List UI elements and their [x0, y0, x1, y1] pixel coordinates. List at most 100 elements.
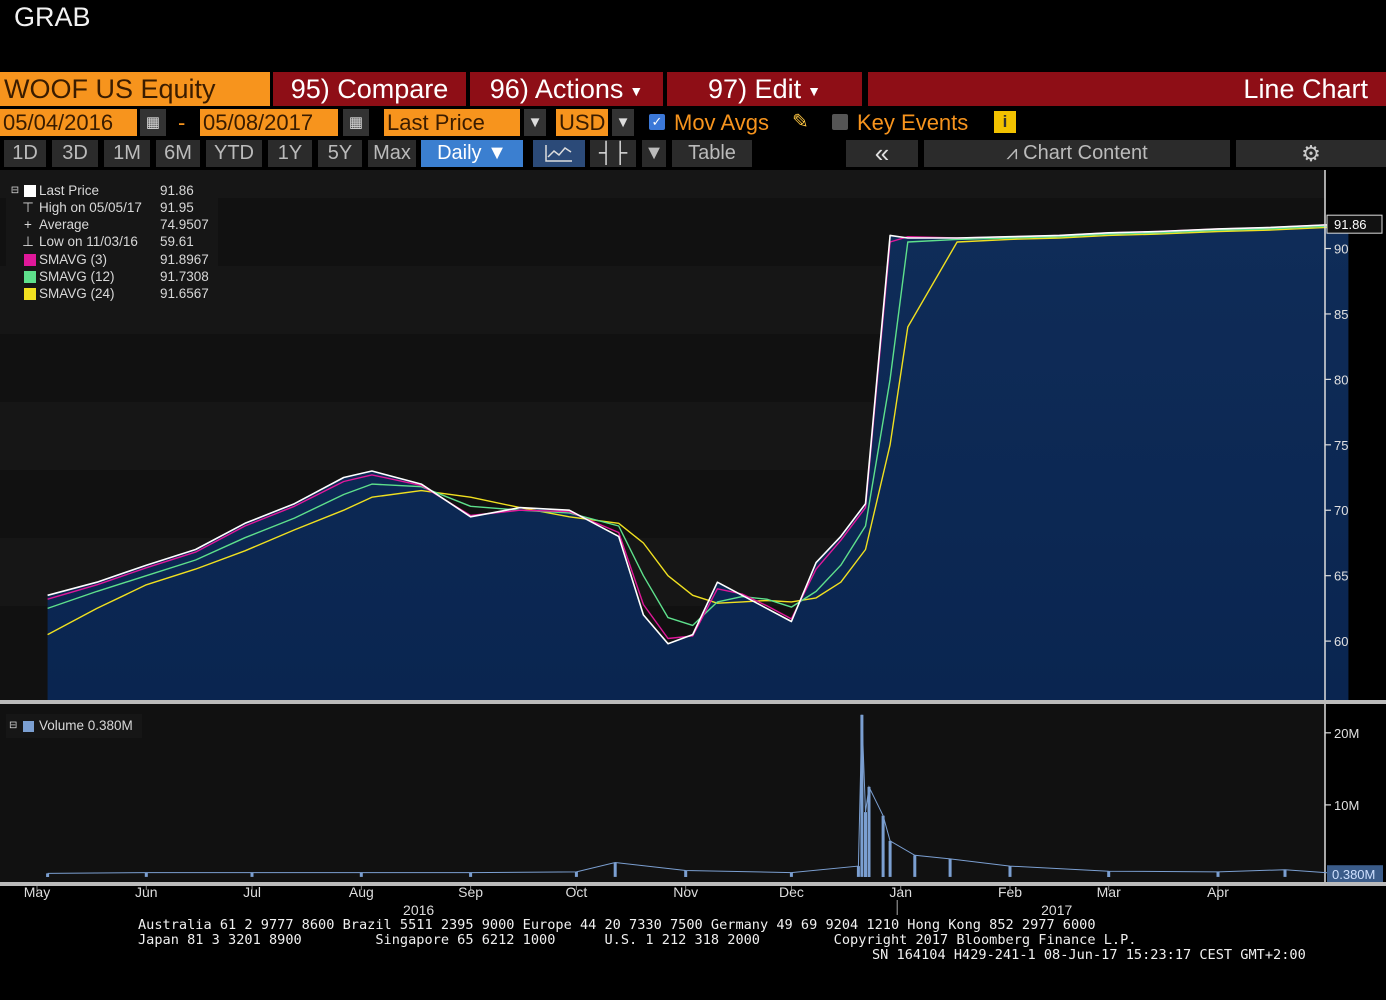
legend-value: 91.8967 — [160, 252, 209, 267]
legend-swatch — [24, 271, 36, 283]
x-year-label: 2016 — [403, 902, 434, 915]
compare-button[interactable]: 95) Compare — [273, 72, 466, 106]
security-input[interactable]: WOOF US Equity — [0, 72, 270, 106]
legend-row-high: ⊤ High on 05/05/17 91.95 — [6, 199, 218, 216]
volume-bar — [144, 872, 148, 877]
legend-label: SMAVG (12) — [39, 269, 115, 284]
currency-select[interactable]: USD — [556, 109, 608, 136]
last-volume-label: 0.380M — [1332, 867, 1375, 882]
legend-label: Last Price — [39, 183, 100, 198]
period-ytd-button[interactable]: YTD — [206, 140, 262, 167]
legend-label: High on 05/05/17 — [39, 200, 142, 215]
volume-bar — [881, 815, 885, 877]
period-3d-button[interactable]: 3D — [52, 140, 98, 167]
period-5y-button[interactable]: 5Y — [318, 140, 362, 167]
actions-menu-button[interactable]: 96) Actions ▼ — [470, 72, 663, 106]
chart-legend[interactable]: ⊟ Last Price 91.86 ⊤ High on 05/05/17 91… — [6, 178, 218, 308]
calendar-icon[interactable]: ▦ — [140, 109, 166, 136]
legend-value: 59.61 — [160, 234, 194, 249]
period-1y-button[interactable]: 1Y — [268, 140, 312, 167]
collapse-icon[interactable]: ⊟ — [9, 182, 21, 199]
volume-bar — [359, 872, 363, 877]
field-select[interactable]: Last Price — [384, 109, 520, 136]
collapse-icon[interactable]: « — [846, 140, 918, 167]
volume-bar — [856, 866, 860, 877]
period-6m-button[interactable]: 6M — [156, 140, 200, 167]
price-tick-label: 90 — [1334, 242, 1348, 257]
period-1m-button[interactable]: 1M — [104, 140, 150, 167]
volume-bar — [789, 872, 793, 877]
volume-legend[interactable]: ⊟ Volume 0.380M — [6, 714, 142, 738]
x-month-label: Jun — [135, 884, 158, 900]
calendar-icon[interactable]: ▦ — [343, 109, 369, 136]
legend-label: SMAVG (24) — [39, 286, 115, 301]
high-marker-icon: ⊤ — [22, 200, 34, 215]
volume-bar — [948, 858, 952, 877]
volume-tick-label: 10M — [1334, 798, 1359, 813]
chevron-down-icon[interactable]: ▼ — [612, 109, 634, 136]
chevron-down-icon[interactable]: ▼ — [524, 109, 546, 136]
legend-swatch — [24, 288, 36, 300]
x-month-label: Aug — [349, 884, 374, 900]
legend-swatch — [24, 254, 36, 266]
collapse-icon[interactable]: ⊟ — [9, 714, 17, 738]
chart-content-button[interactable]: ⩘ Chart Content — [924, 140, 1230, 167]
legend-value: 91.95 — [160, 200, 194, 215]
date-separator: - — [178, 110, 186, 135]
info-icon[interactable]: i — [994, 111, 1016, 133]
volume-bar — [1283, 869, 1287, 877]
volume-bar — [867, 786, 871, 877]
legend-value: 74.9507 — [160, 217, 209, 232]
volume-panel-bg — [0, 704, 1325, 882]
key-events-checkbox[interactable] — [832, 114, 848, 130]
line-chart-icon[interactable] — [533, 140, 585, 167]
price-tick-label: 65 — [1334, 569, 1348, 584]
legend-value: 91.86 — [160, 183, 194, 198]
period-max-button[interactable]: Max — [368, 140, 416, 167]
low-marker-icon: ⊥ — [22, 234, 34, 249]
last-price-label: 91.86 — [1334, 217, 1367, 232]
legend-row-smavg12: SMAVG (12) 91.7308 — [6, 268, 218, 285]
legend-value: 91.6567 — [160, 286, 209, 301]
chevron-down-icon: ▼ — [807, 82, 821, 99]
frequency-select[interactable]: Daily ▼ — [421, 140, 523, 167]
x-month-label: Apr — [1207, 884, 1229, 900]
volume-bar — [469, 872, 473, 877]
chart-type-label: Line Chart — [868, 72, 1386, 106]
legend-row-low: ⊥ Low on 11/03/16 59.61 — [6, 233, 218, 250]
bar-chart-icon[interactable]: ┤├ — [590, 140, 636, 167]
key-events-label[interactable]: Key Events — [857, 109, 968, 136]
x-month-label: Oct — [565, 884, 587, 900]
volume-bar — [913, 855, 917, 877]
chart-content-label: Chart Content — [1023, 142, 1148, 164]
chart-content-icon: ⩘ — [1006, 142, 1024, 164]
x-year-label: 2017 — [1041, 902, 1072, 915]
chevron-down-icon: ▼ — [487, 142, 507, 164]
legend-row-smavg24: SMAVG (24) 91.6567 — [6, 285, 218, 302]
legend-value: 91.7308 — [160, 269, 209, 284]
gear-icon[interactable]: ⚙ — [1236, 140, 1386, 167]
chevron-down-icon[interactable]: ▼ — [642, 140, 666, 167]
legend-row-smavg3: SMAVG (3) 91.8967 — [6, 251, 218, 268]
start-date-input[interactable]: 05/04/2016 — [0, 109, 137, 136]
chevron-down-icon: ▼ — [629, 82, 644, 99]
edit-menu-button[interactable]: 97) Edit ▼ — [667, 72, 862, 106]
x-month-label: Jan — [889, 884, 912, 900]
mov-avgs-checkbox[interactable]: ✓ — [649, 114, 665, 130]
price-tick-label: 70 — [1334, 503, 1348, 518]
x-month-label: Nov — [673, 884, 698, 900]
volume-bar — [888, 840, 892, 877]
panel-divider[interactable] — [0, 700, 1386, 704]
end-date-input[interactable]: 05/08/2017 — [200, 109, 338, 136]
footer-timestamp-line: SN 164104 H429-241-1 08-Jun-17 15:23:17 … — [872, 947, 1306, 963]
pencil-icon[interactable]: ✎ — [792, 109, 809, 136]
mov-avgs-label[interactable]: Mov Avgs — [674, 109, 769, 136]
volume-bar — [1216, 871, 1220, 877]
price-tick-label: 85 — [1334, 307, 1348, 322]
period-1d-button[interactable]: 1D — [4, 140, 46, 167]
table-button[interactable]: Table — [672, 140, 752, 167]
actions-label: 96) Actions — [489, 74, 624, 104]
price-tick-label: 60 — [1334, 634, 1348, 649]
price-tick-label: 80 — [1334, 372, 1348, 387]
legend-row-last-price: ⊟ Last Price 91.86 — [6, 182, 218, 199]
